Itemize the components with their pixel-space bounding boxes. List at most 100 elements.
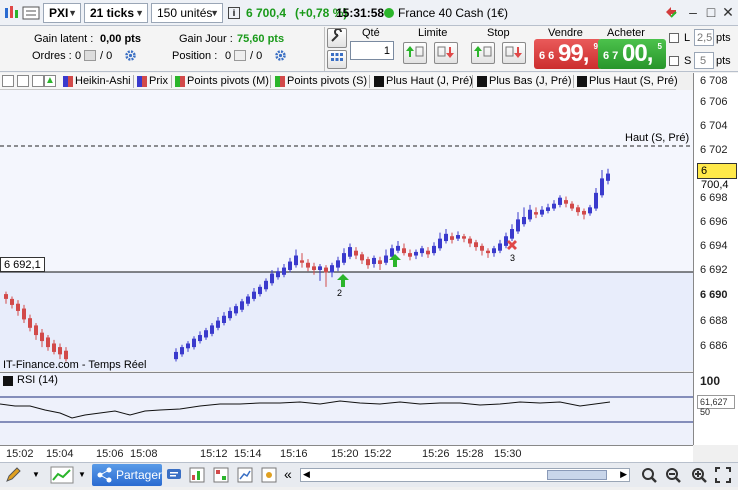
panel-options-icon[interactable] bbox=[22, 6, 40, 20]
stop-buy-button[interactable] bbox=[471, 42, 495, 64]
instrument-select[interactable]: PXI ▼ bbox=[43, 3, 81, 23]
limit-sell-button[interactable] bbox=[434, 42, 458, 64]
candle-body bbox=[366, 259, 370, 266]
toolstrip-item-plus-bas-j[interactable]: Plus Bas (J, Pré) bbox=[476, 74, 572, 89]
buy-button[interactable]: 6 7 00, 5 bbox=[598, 39, 666, 69]
keypad-icon[interactable] bbox=[327, 50, 347, 69]
stop-sell-button[interactable] bbox=[502, 42, 526, 64]
limit-buy-button[interactable] bbox=[403, 42, 427, 64]
gear-icon[interactable] bbox=[274, 49, 287, 62]
fullscreen-icon[interactable] bbox=[714, 466, 732, 484]
chevron-down-icon: ▼ bbox=[135, 8, 144, 18]
x-tick-label: 15:02 bbox=[6, 448, 34, 460]
candle-body bbox=[34, 325, 38, 336]
toolstrip-item-pivots-m[interactable]: Points pivots (M) bbox=[174, 74, 269, 89]
share-button[interactable]: Partager bbox=[92, 464, 162, 486]
strategy-icon[interactable] bbox=[212, 466, 230, 484]
toolstrip-label: Plus Haut (S, Pré) bbox=[589, 75, 678, 87]
zoom-in-icon[interactable] bbox=[690, 466, 708, 484]
x-tick-label: 15:20 bbox=[331, 448, 359, 460]
candle-body bbox=[426, 250, 430, 255]
candle-body bbox=[522, 216, 526, 225]
price-axis[interactable]: 6 708 6 706 6 704 6 702 6 700,4 6 698 6 … bbox=[693, 73, 738, 445]
candle-body bbox=[264, 280, 268, 290]
toolstrip-label: Points pivots (M) bbox=[187, 75, 269, 87]
zoom-fit-icon[interactable] bbox=[640, 466, 658, 484]
zoom-out-icon[interactable] bbox=[664, 466, 682, 484]
s-checkbox[interactable] bbox=[669, 56, 679, 66]
gear-icon[interactable] bbox=[124, 49, 137, 62]
candle-body bbox=[516, 219, 520, 232]
scroll-right-icon[interactable]: ▶ bbox=[620, 469, 627, 480]
chart-scrollbar[interactable]: ◀ ▶ bbox=[300, 468, 630, 482]
market-time: 15:31:58 bbox=[336, 6, 385, 20]
s-input[interactable] bbox=[694, 52, 714, 69]
units-select[interactable]: 150 unités ▼ bbox=[151, 3, 223, 23]
pencil-icon[interactable] bbox=[2, 75, 14, 87]
candle-body bbox=[606, 173, 610, 181]
last-price: 6 700,4 bbox=[246, 6, 287, 20]
interval-select[interactable]: 21 ticks ▼ bbox=[84, 3, 148, 23]
gain-latent-value: 0,00 pts bbox=[100, 33, 141, 45]
candle-body bbox=[474, 242, 478, 248]
time-axis[interactable]: 15:02 15:04 15:06 15:08 15:12 15:14 15:1… bbox=[0, 445, 693, 462]
y-tick-label: 6 708 bbox=[700, 75, 728, 87]
qty-label: Qté bbox=[362, 27, 380, 39]
candle-body bbox=[16, 303, 20, 311]
candle-body bbox=[186, 343, 190, 349]
scroll-left-icon[interactable]: ◀ bbox=[303, 469, 310, 480]
y-tick-label: 6 702 bbox=[700, 144, 728, 156]
wrench-icon[interactable] bbox=[327, 28, 347, 48]
buy-signal-icon bbox=[389, 254, 401, 267]
chevron-down-icon[interactable]: ▼ bbox=[78, 466, 88, 484]
link-icon[interactable] bbox=[662, 4, 680, 22]
pencil-icon[interactable] bbox=[4, 466, 22, 484]
flag-icon[interactable] bbox=[32, 75, 44, 87]
chat-icon[interactable] bbox=[165, 466, 183, 484]
rsi-panel[interactable]: RSI (14) bbox=[0, 372, 693, 445]
series-swatch-icon bbox=[374, 76, 384, 87]
series-swatch-icon bbox=[477, 76, 487, 87]
chart-type-icon[interactable] bbox=[50, 466, 74, 484]
l-checkbox[interactable] bbox=[669, 33, 679, 43]
candle-body bbox=[64, 350, 68, 360]
buy-signal-icon bbox=[337, 274, 349, 287]
x-tick-label: 15:14 bbox=[234, 448, 262, 460]
candle-body bbox=[46, 337, 50, 348]
candle-body bbox=[210, 325, 214, 334]
up-arrow-icon[interactable]: ▲ bbox=[44, 75, 56, 87]
candle-body bbox=[438, 238, 442, 249]
maximize-icon[interactable]: □ bbox=[702, 4, 720, 22]
minimize-icon[interactable]: – bbox=[684, 4, 702, 22]
screener-icon[interactable] bbox=[236, 466, 254, 484]
toolstrip-item-plus-haut-j[interactable]: Plus Haut (J, Pré) bbox=[373, 74, 473, 89]
crosshair-icon[interactable] bbox=[17, 75, 29, 87]
candle-body bbox=[378, 260, 382, 264]
scrollbar-thumb[interactable] bbox=[547, 470, 607, 480]
info-icon[interactable]: i bbox=[228, 7, 240, 19]
candle-body bbox=[564, 200, 568, 204]
sell-button[interactable]: 6 6 99, 9 bbox=[534, 39, 602, 69]
close-position-icon[interactable] bbox=[234, 50, 246, 61]
toolstrip-item-heikin-ashi[interactable]: Heikin-Ashi bbox=[62, 74, 131, 89]
l-input[interactable] bbox=[694, 29, 714, 46]
toolstrip-label: Points pivots (S) bbox=[287, 75, 368, 87]
indicators-icon[interactable] bbox=[188, 466, 206, 484]
toolstrip-item-pivots-s[interactable]: Points pivots (S) bbox=[274, 74, 367, 89]
candle-body bbox=[576, 207, 580, 213]
candle-body bbox=[480, 245, 484, 251]
toolstrip-item-plus-haut-s[interactable]: Plus Haut (S, Pré) bbox=[576, 74, 678, 89]
rsi-title[interactable]: RSI (14) bbox=[17, 374, 58, 386]
candle-body bbox=[198, 335, 202, 342]
candle-body bbox=[420, 248, 424, 254]
alerts-icon[interactable] bbox=[260, 466, 278, 484]
candle-body bbox=[486, 250, 490, 254]
toolstrip-item-prix[interactable]: Prix bbox=[136, 74, 168, 89]
quantity-input[interactable] bbox=[350, 41, 394, 60]
price-chart[interactable]: Haut (S, Pré) 6 692,1 IT-Finance.com - T… bbox=[0, 90, 693, 371]
candlestick-plot[interactable] bbox=[0, 90, 693, 371]
chevron-down-icon[interactable]: ▼ bbox=[32, 466, 42, 484]
close-icon[interactable]: ✕ bbox=[719, 4, 737, 22]
cancel-orders-icon[interactable] bbox=[84, 50, 96, 61]
chevron-down-icon: ▼ bbox=[68, 8, 77, 18]
